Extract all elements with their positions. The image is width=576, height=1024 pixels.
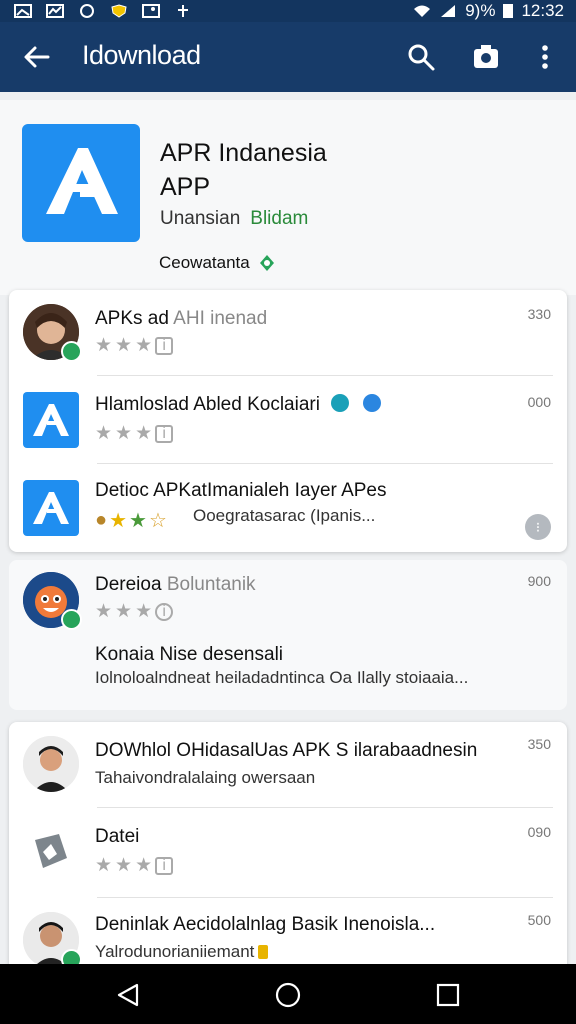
star-icon: ★ (135, 335, 153, 356)
verified-badge-icon (61, 341, 82, 362)
row-title: DOWhlol OHidasalUas APK S ilarabaadnesin (95, 740, 478, 761)
avatar (23, 736, 79, 792)
monkey-icon: ● (95, 509, 108, 531)
camera-icon[interactable] (471, 42, 501, 72)
row-size: 330 (527, 306, 551, 322)
row-subtitle: Tahaivondralalaing owersaan (95, 768, 316, 787)
rating-stars: ★ ★ ★ i (95, 854, 174, 877)
info-badge-icon: i (155, 424, 174, 443)
star-icon: ★ (115, 423, 133, 444)
status-text: Ceowatanta (159, 253, 250, 272)
row-subtitle: Yalrodunorianiiemant (95, 942, 269, 962)
signal-icon (441, 5, 456, 17)
row-title: Deninlak Aecidolalnlag Basik Inenoisla..… (95, 914, 436, 935)
info-badge-icon: i (155, 336, 174, 355)
star-icon: ★ (109, 510, 128, 532)
teal-badge-icon (331, 394, 350, 412)
row-title: Detioc APKatImanialeh Iayer APes (95, 480, 387, 501)
gallery-notification-icon (142, 4, 160, 18)
back-nav-icon[interactable] (115, 982, 141, 1008)
search-icon[interactable] (406, 42, 436, 72)
app-icon (23, 392, 79, 448)
info-badge-icon: i (155, 856, 174, 875)
app-logo-icon (22, 124, 140, 242)
row-title: APKs ad AHI inenad (95, 308, 268, 329)
app-list-card-2[interactable]: Dereioa Boluntanik ★ ★ ★ i 900 Konaia Nise … (9, 560, 567, 710)
app-list-card-1: APKs ad AHI inenad ★ ★ ★ i 330 Hlamloslad A… (9, 290, 567, 552)
fallback-app-icon (23, 824, 79, 880)
star-icon: ★ (115, 601, 133, 622)
list-item[interactable]: Datei ★ ★ ★ i 090 (9, 808, 567, 898)
status-bar: 9)% 12:32 (0, 0, 576, 22)
image-notification-icon (14, 4, 32, 18)
more-options-icon[interactable] (530, 42, 560, 72)
list-item[interactable]: APKs ad AHI inenad ★ ★ ★ i 330 (9, 290, 567, 376)
list-item[interactable]: Detioc APKatImanialeh Iayer APes ● ★ ★ ☆ Oo… (9, 464, 567, 552)
star-icon: ☆ (148, 510, 167, 532)
developer-row: Unansian Blidam (160, 208, 308, 230)
star-icon: ★ (135, 601, 153, 622)
home-nav-icon[interactable] (275, 982, 301, 1008)
star-icon: ★ (95, 855, 113, 876)
navigation-bar (0, 964, 576, 1024)
recents-nav-icon[interactable] (435, 982, 461, 1008)
rating-stars: ★ ★ ★ i (95, 422, 174, 445)
verified-icon (259, 255, 274, 271)
star-icon: ★ (95, 601, 113, 622)
app-header: APR Indanesia APP Unansian Blidam Ceowata… (0, 100, 576, 295)
list-item[interactable]: Hlamloslad Abled Koclaiari ★ ★ ★ i 000 (9, 376, 567, 464)
star-icon: ★ (129, 510, 147, 532)
blue-badge-icon (362, 394, 381, 412)
battery-icon (503, 4, 514, 18)
rating-stars: ★ ★ ★ i (95, 600, 174, 623)
app-list-card-3: DOWhlol OHidasalUas APK S ilarabaadnesin… (9, 722, 567, 972)
description-heading: Konaia Nise desensali (95, 644, 284, 665)
star-icon: ★ (95, 335, 113, 356)
app-bar: Idownload (0, 22, 576, 92)
more-badge-icon[interactable]: ⁝ (525, 514, 551, 540)
developer-tag: Blidam (250, 208, 309, 229)
star-icon: ★ (135, 855, 153, 876)
row-title: Dereioa Boluntanik (95, 574, 256, 595)
row-title: Hlamloslad Abled Koclaiari (95, 394, 381, 416)
shield-notification-icon (111, 4, 127, 18)
battery-percent: 9)% (465, 1, 496, 20)
star-icon: ★ (115, 855, 133, 876)
verified-badge-icon (61, 609, 82, 630)
row-size: 350 (527, 736, 551, 752)
app-bar-title: Idownload (82, 40, 201, 70)
row-title: Datei (95, 826, 140, 847)
star-icon: ★ (115, 335, 133, 356)
clock: 12:32 (521, 1, 564, 20)
back-arrow-icon[interactable] (22, 42, 52, 72)
pin-notification-icon (178, 5, 188, 17)
status-row: Ceowatanta (159, 253, 276, 273)
lock-icon (258, 945, 269, 959)
star-icon: ★ (135, 423, 153, 444)
list-item[interactable]: Deninlak Aecidolalnlag Basik Inenoisla..… (9, 898, 567, 972)
star-icon: ★ (95, 423, 113, 444)
app-title: APR Indanesia APP (160, 139, 327, 201)
info-badge-icon: i (155, 602, 174, 621)
description-text: Iolnoloalndneat heiladadntinca Oa Ilally… (95, 668, 469, 687)
row-subtitle: Ooegratasarac (Ipanis... (193, 506, 376, 525)
list-item[interactable]: DOWhlol OHidasalUas APK S ilarabaadnesin… (9, 722, 567, 808)
chart-notification-icon (46, 4, 64, 18)
sync-notification-icon (80, 4, 94, 18)
row-size: 000 (527, 394, 551, 410)
rating-stars: ★ ★ ★ i (95, 334, 174, 357)
row-size: 900 (527, 573, 551, 589)
app-icon (23, 480, 79, 536)
wifi-icon (414, 5, 431, 17)
developer-name[interactable]: Unansian (160, 208, 240, 229)
row-size: 090 (527, 824, 551, 840)
rating-emoji-row: ● ★ ★ ☆ (95, 508, 167, 533)
row-size: 500 (527, 912, 551, 928)
